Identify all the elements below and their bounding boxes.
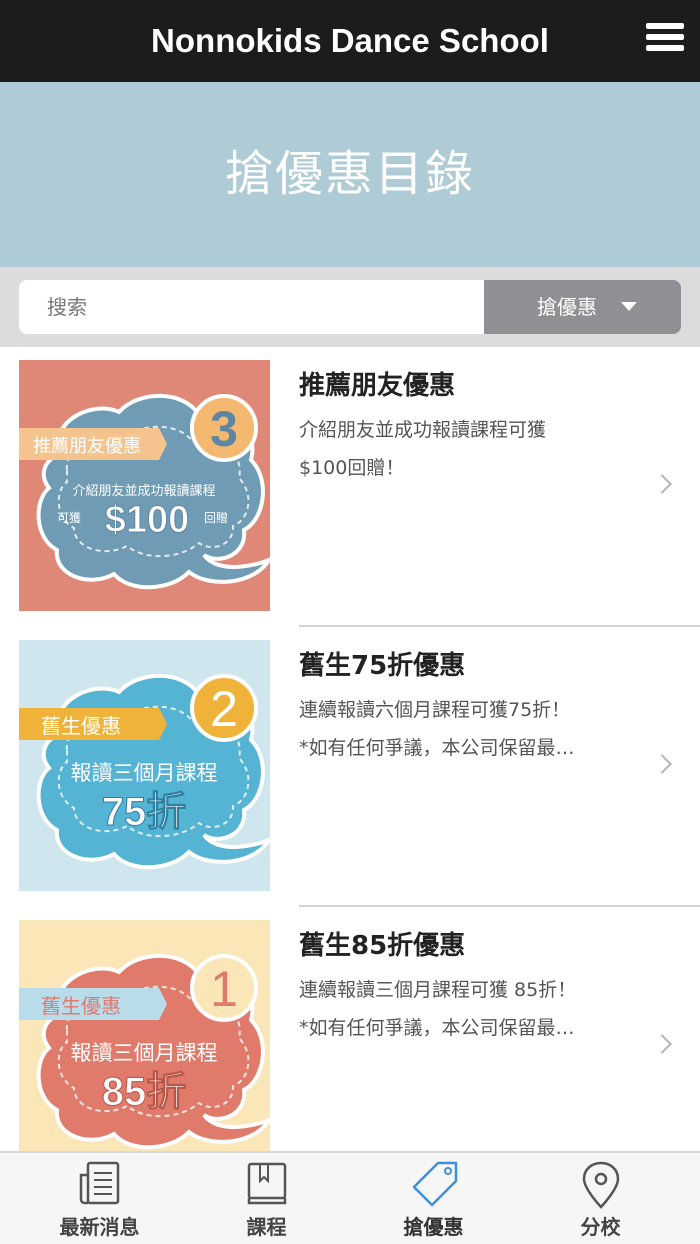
offer-item-referral[interactable]: 3 推薦朋友優惠 介紹朋友並成功報讀課程 可獲 $100 回贈 推薦朋友優惠 介…	[0, 347, 700, 627]
tab-courses[interactable]: 課程	[179, 1153, 354, 1244]
badge-number: 1	[210, 961, 238, 1017]
bottom-tab-bar: 最新消息 課程 搶優惠 分校	[0, 1151, 700, 1244]
tab-label: 搶優惠	[403, 1215, 464, 1239]
tab-branches[interactable]: 分校	[513, 1153, 688, 1244]
page-heading: 搶優惠目錄	[224, 146, 475, 202]
offer-desc-line: 連續報讀三個月課程可獲 85折！	[299, 979, 577, 1001]
offer-item-85-off[interactable]: 1 舊生優惠 報讀三個月課程 85折 舊生85折優惠 連續報讀三個月課程可獲 8…	[0, 907, 700, 1187]
tag-icon	[412, 1161, 458, 1207]
app-title: Nonnokids Dance School	[151, 22, 549, 59]
location-pin-icon	[582, 1161, 620, 1209]
offer-description: 介紹朋友並成功報讀課程可獲 $100回贈！	[299, 411, 629, 487]
caret-down-icon	[621, 302, 637, 311]
page-banner: 搶優惠目錄	[0, 82, 700, 267]
ribbon-text: 舊生優惠	[41, 994, 121, 1018]
tab-label: 課程	[246, 1215, 287, 1239]
offer-thumbnail: 2 舊生優惠 報讀三個月課程 75折	[19, 640, 270, 891]
thumb-line2-pre: 可獲	[57, 511, 81, 525]
ribbon-text: 推薦朋友優惠	[33, 436, 141, 457]
offer-desc-line: 連續報讀六個月課程可獲75折！	[299, 699, 571, 721]
search-bar: 搶優惠	[0, 267, 700, 347]
offer-title: 推薦朋友優惠	[299, 371, 456, 401]
top-bar: Nonnokids Dance School	[0, 0, 700, 82]
offer-title: 舊生75折優惠	[299, 651, 466, 681]
menu-bar	[646, 34, 684, 40]
tab-offers[interactable]: 搶優惠	[346, 1153, 521, 1244]
category-dropdown-label: 搶優惠	[537, 295, 597, 319]
menu-bar	[646, 45, 684, 51]
thumb-line1: 報讀三個月課程	[71, 761, 218, 785]
tab-news[interactable]: 最新消息	[12, 1153, 187, 1244]
offer-description: 連續報讀三個月課程可獲 85折！ *如有任何爭議，本公司保留最…	[299, 971, 629, 1047]
book-icon	[247, 1162, 287, 1205]
offer-thumbnail: 3 推薦朋友優惠 介紹朋友並成功報讀課程 可獲 $100 回贈	[19, 360, 270, 611]
chevron-right-icon	[652, 754, 672, 774]
thumb-big-text: 75折	[102, 790, 187, 834]
badge-number: 3	[210, 401, 238, 457]
thumb-line1: 報讀三個月課程	[71, 1041, 218, 1065]
offer-thumbnail: 1 舊生優惠 報讀三個月課程 85折	[19, 920, 270, 1171]
offer-desc-line: $100回贈！	[299, 457, 405, 479]
ribbon-text: 舊生優惠	[41, 714, 121, 738]
offer-desc-line: *如有任何爭議，本公司保留最…	[299, 1017, 575, 1039]
chevron-right-icon	[652, 474, 672, 494]
category-dropdown[interactable]: 搶優惠	[484, 280, 681, 334]
offer-item-75-off[interactable]: 2 舊生優惠 報讀三個月課程 75折 舊生75折優惠 連續報讀六個月課程可獲75…	[0, 627, 700, 907]
chevron-right-icon	[652, 1034, 672, 1054]
tab-label: 最新消息	[59, 1215, 140, 1239]
tab-label: 分校	[580, 1215, 621, 1239]
thumb-line1: 介紹朋友並成功報讀課程	[72, 483, 215, 499]
offer-description: 連續報讀六個月課程可獲75折！ *如有任何爭議，本公司保留最…	[299, 691, 629, 767]
thumb-big-text: 85折	[102, 1070, 187, 1114]
news-icon	[79, 1161, 120, 1205]
menu-bar	[646, 23, 684, 29]
thumb-big-text: $100	[105, 499, 190, 541]
badge-number: 2	[210, 681, 238, 737]
offer-title: 舊生85折優惠	[299, 931, 466, 961]
menu-icon[interactable]	[646, 23, 684, 57]
offer-desc-line: 介紹朋友並成功報讀課程可獲	[299, 419, 547, 441]
thumb-line2-post: 回贈	[204, 510, 228, 525]
search-input[interactable]	[19, 280, 485, 334]
offer-desc-line: *如有任何爭議，本公司保留最…	[299, 737, 575, 759]
